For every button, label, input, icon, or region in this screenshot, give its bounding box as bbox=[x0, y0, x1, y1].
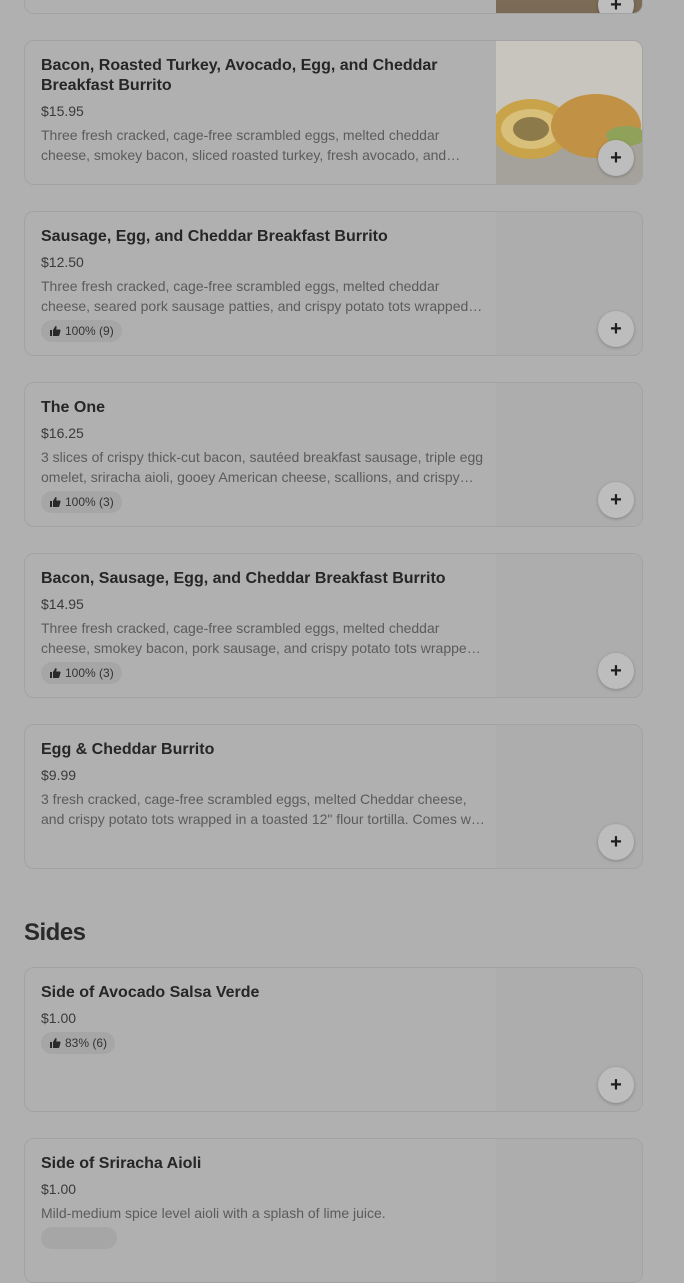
add-item-button[interactable]: + bbox=[598, 653, 634, 689]
item-price: $16.25 bbox=[41, 425, 84, 441]
plus-icon: + bbox=[610, 830, 622, 853]
menu-item-card[interactable]: Bacon, Roasted Turkey, Avocado, Egg, and… bbox=[24, 40, 643, 185]
rating-badge: 100% (3) bbox=[41, 491, 122, 513]
menu-item-card[interactable]: Side of Sriracha Aioli $1.00 Mild-medium… bbox=[24, 1138, 643, 1283]
add-item-button[interactable]: + bbox=[598, 311, 634, 347]
add-item-button[interactable]: + bbox=[598, 0, 634, 14]
plus-icon: + bbox=[610, 1073, 622, 1096]
thumbs-up-icon bbox=[49, 496, 61, 508]
thumbs-up-icon bbox=[49, 325, 61, 337]
item-name: Egg & Cheddar Burrito bbox=[41, 741, 215, 758]
item-name: Bacon, Sausage, Egg, and Cheddar Breakfa… bbox=[41, 570, 446, 587]
rating-badge bbox=[41, 1227, 117, 1249]
thumbs-up-icon bbox=[49, 667, 61, 679]
section-title-sides: Sides bbox=[24, 919, 86, 946]
menu-item-card[interactable]: Bacon, Sausage, Egg, and Cheddar Breakfa… bbox=[24, 553, 643, 698]
rating-text: 100% (3) bbox=[65, 495, 114, 509]
plus-icon: + bbox=[610, 659, 622, 682]
item-description: 3 slices of crispy thick-cut bacon, saut… bbox=[41, 449, 484, 485]
plus-icon: + bbox=[610, 0, 622, 14]
rating-text: 83% (6) bbox=[65, 1036, 108, 1050]
item-price: $12.50 bbox=[41, 254, 84, 270]
rating-text: 100% (9) bbox=[65, 324, 114, 338]
add-item-button[interactable]: + bbox=[598, 824, 634, 860]
add-item-button[interactable]: + bbox=[598, 140, 634, 176]
plus-icon: + bbox=[610, 317, 622, 340]
item-price: $14.95 bbox=[41, 596, 84, 612]
menu-item-card[interactable]: Side of Avocado Salsa Verde $1.00 83% (6… bbox=[24, 967, 643, 1112]
item-name: Side of Sriracha Aioli bbox=[41, 1155, 202, 1172]
rating-text: 100% (3) bbox=[65, 666, 114, 680]
thumbs-up-icon bbox=[49, 1037, 61, 1049]
rating-badge: 100% (9) bbox=[41, 320, 122, 342]
item-name: Side of Avocado Salsa Verde bbox=[41, 984, 260, 1001]
item-name: Sausage, Egg, and Cheddar Breakfast Burr… bbox=[41, 228, 388, 245]
item-description: 3 fresh cracked, cage-free scrambled egg… bbox=[41, 791, 486, 827]
menu-item-card[interactable]: Egg & Cheddar Burrito $9.99 3 fresh crac… bbox=[24, 724, 643, 869]
item-price: $1.00 bbox=[41, 1010, 77, 1026]
item-price: $15.95 bbox=[41, 103, 84, 119]
item-price: $9.99 bbox=[41, 767, 77, 783]
item-price: $1.00 bbox=[41, 1181, 77, 1197]
item-description: Three fresh cracked, cage-free scrambled… bbox=[41, 278, 484, 314]
item-description: Three fresh cracked, cage-free scrambled… bbox=[41, 620, 475, 656]
add-item-button[interactable]: + bbox=[598, 1067, 634, 1103]
plus-icon: + bbox=[610, 488, 622, 511]
menu-item-card[interactable]: Sausage, Egg, and Cheddar Breakfast Burr… bbox=[24, 211, 643, 356]
rating-badge: 100% (3) bbox=[41, 662, 122, 684]
item-name: The One bbox=[41, 399, 106, 416]
menu-item-card[interactable]: The One $16.25 3 slices of crispy thick-… bbox=[24, 382, 643, 527]
item-name: Bacon, Roasted Turkey, Avocado, Egg, and… bbox=[41, 57, 438, 94]
add-item-button[interactable]: + bbox=[598, 482, 634, 518]
item-image-placeholder bbox=[496, 1139, 642, 1282]
item-description: Mild-medium spice level aioli with a spl… bbox=[41, 1205, 386, 1221]
item-description: Three fresh cracked, cage-free scrambled… bbox=[41, 127, 447, 163]
menu-item-card-partial[interactable]: + bbox=[24, 0, 643, 14]
rating-badge: 83% (6) bbox=[41, 1032, 116, 1054]
plus-icon: + bbox=[610, 146, 622, 169]
